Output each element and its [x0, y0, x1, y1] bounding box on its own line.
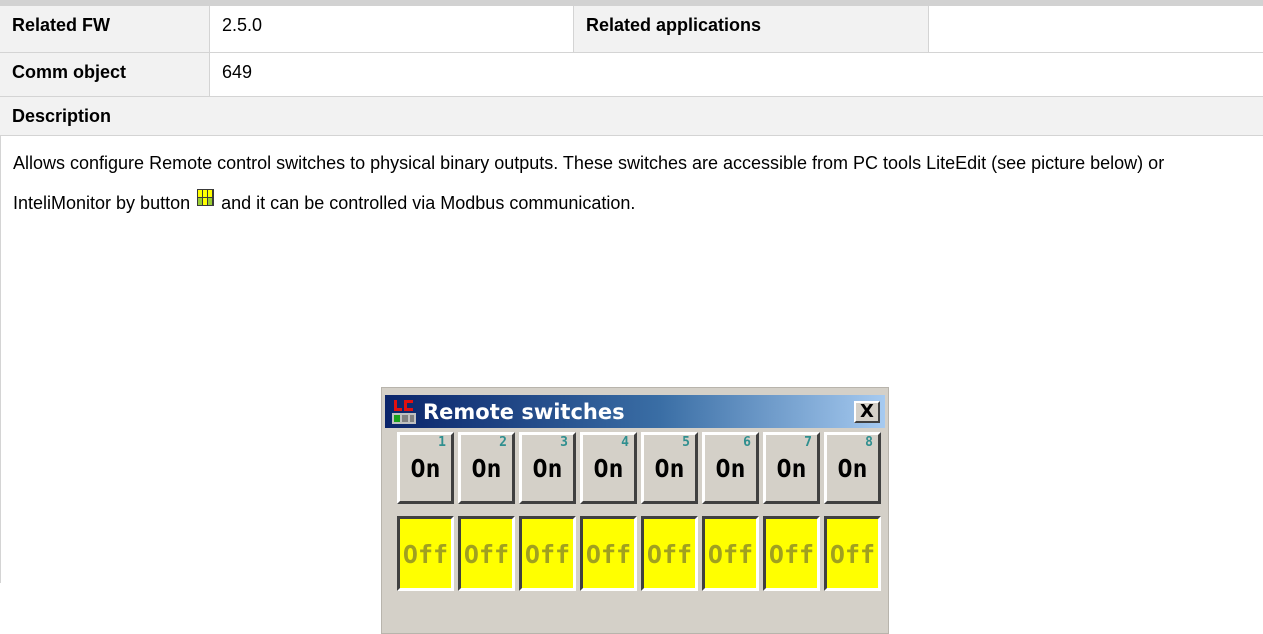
off-label: Off	[524, 540, 571, 569]
switch-number: 2	[499, 435, 507, 450]
description-label: Description	[0, 97, 1263, 135]
remote-switches-button-icon	[197, 182, 215, 206]
comm-object-row: Comm object 649	[0, 53, 1263, 97]
on-label: On	[837, 454, 868, 483]
off-label: Off	[829, 540, 876, 569]
parameter-table: Related FW 2.5.0 Related applications Co…	[0, 6, 1263, 634]
switch-number: 5	[682, 435, 690, 450]
on-label: On	[410, 454, 441, 483]
switch-number: 4	[621, 435, 629, 450]
related-fw-label: Related FW	[0, 6, 209, 52]
related-applications-label: Related applications	[573, 6, 928, 52]
switch-off-button[interactable]: Off	[824, 516, 881, 591]
switch-number: 3	[560, 435, 568, 450]
switch-off-button[interactable]: Off	[519, 516, 576, 591]
remote-switches-window: Remote switches X 1 On Off 2 On Off 3 On…	[381, 387, 889, 634]
description-body: Allows configure Remote control switches…	[0, 136, 1263, 634]
off-label: Off	[585, 540, 632, 569]
window-title-bar[interactable]: Remote switches X	[385, 395, 885, 428]
switch-grid: 1 On Off 2 On Off 3 On Off 4 On Off 5 On…	[397, 432, 881, 625]
off-label: Off	[707, 540, 754, 569]
switch-off-button[interactable]: Off	[702, 516, 759, 591]
switch-on-button[interactable]: 2 On	[458, 432, 515, 504]
description-part-2: and it can be controlled via Modbus comm…	[221, 193, 636, 213]
comm-object-label: Comm object	[0, 53, 209, 96]
on-label: On	[654, 454, 685, 483]
switch-on-button[interactable]: 7 On	[763, 432, 820, 504]
switch-on-button[interactable]: 5 On	[641, 432, 698, 504]
switch-number: 7	[804, 435, 812, 450]
switch-on-button[interactable]: 3 On	[519, 432, 576, 504]
switch-on-button[interactable]: 1 On	[397, 432, 454, 504]
comm-object-value: 649	[209, 53, 1263, 96]
switch-4: 4 On Off	[580, 432, 637, 625]
switch-off-button[interactable]: Off	[763, 516, 820, 591]
related-applications-value	[928, 6, 1263, 52]
on-label: On	[532, 454, 563, 483]
liteedit-app-icon	[391, 399, 417, 425]
on-label: On	[471, 454, 502, 483]
switch-off-button[interactable]: Off	[397, 516, 454, 591]
switch-off-button[interactable]: Off	[641, 516, 698, 591]
switch-number: 8	[865, 435, 873, 450]
off-label: Off	[463, 540, 510, 569]
switch-on-button[interactable]: 4 On	[580, 432, 637, 504]
switch-number: 6	[743, 435, 751, 450]
on-label: On	[776, 454, 807, 483]
on-label: On	[715, 454, 746, 483]
switch-number: 1	[438, 435, 446, 450]
off-label: Off	[768, 540, 815, 569]
off-label: Off	[646, 540, 693, 569]
switch-3: 3 On Off	[519, 432, 576, 625]
close-button[interactable]: X	[854, 401, 880, 423]
related-fw-value: 2.5.0	[209, 6, 573, 52]
window-title: Remote switches	[423, 400, 625, 424]
switch-on-button[interactable]: 6 On	[702, 432, 759, 504]
description-header-row: Description	[0, 97, 1263, 136]
switch-on-button[interactable]: 8 On	[824, 432, 881, 504]
off-label: Off	[402, 540, 449, 569]
description-text: Allows configure Remote control switches…	[13, 145, 1243, 222]
switch-1: 1 On Off	[397, 432, 454, 625]
close-icon: X	[860, 401, 874, 422]
switch-8: 8 On Off	[824, 432, 881, 625]
switch-2: 2 On Off	[458, 432, 515, 625]
switch-7: 7 On Off	[763, 432, 820, 625]
related-row: Related FW 2.5.0 Related applications	[0, 6, 1263, 53]
switch-off-button[interactable]: Off	[458, 516, 515, 591]
switch-6: 6 On Off	[702, 432, 759, 625]
switch-off-button[interactable]: Off	[580, 516, 637, 591]
on-label: On	[593, 454, 624, 483]
switch-5: 5 On Off	[641, 432, 698, 625]
